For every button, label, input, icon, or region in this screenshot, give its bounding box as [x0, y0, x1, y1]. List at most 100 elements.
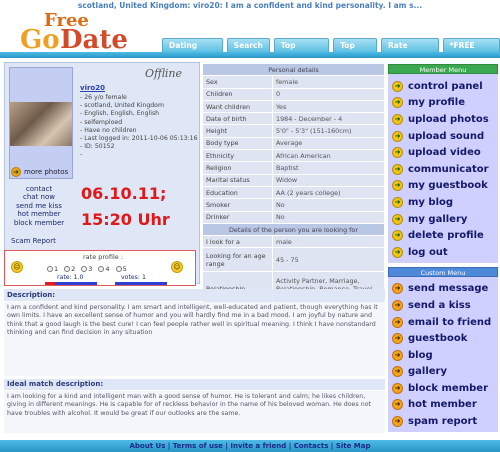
detail-key: Sex [202, 75, 273, 89]
arrow-right-icon: ➜ [392, 333, 403, 345]
menu-item-spam-report[interactable]: ➜ spam report [392, 413, 496, 430]
menu-item-label: my guestbook [408, 180, 488, 192]
detail-value: 45 - 75 [272, 247, 385, 273]
menu-item-label: communicator [408, 163, 489, 175]
detail-value: Widow [272, 173, 385, 187]
arrow-right-icon: ➜ [392, 130, 403, 142]
menu-item-my-blog[interactable]: ➜ my blog [392, 194, 496, 211]
menu-item-label: gallery [408, 366, 447, 378]
menu-item-upload-photos[interactable]: ➜ upload photos [392, 111, 496, 128]
rating-option-label: 5 [122, 265, 127, 273]
menu-item-blog[interactable]: ➜ blog [392, 347, 496, 364]
logo-go: Go [20, 25, 60, 55]
profile-actions: contact chat now send me kiss hot member… [9, 185, 69, 227]
footer-invite-friend[interactable]: Invite a friend [230, 442, 286, 450]
scam-report-link[interactable]: Scam Report [11, 237, 56, 245]
detail-value: female [272, 75, 385, 89]
rating-options: 1 2 3 4 5 [47, 265, 127, 273]
tab-dating-home[interactable]: Dating Home [162, 38, 223, 63]
custom-menu-header: Custom Menu [388, 266, 498, 277]
menu-item-label: upload video [408, 147, 481, 159]
detail-key: Looking for an age range [202, 247, 273, 273]
footer-terms[interactable]: Terms of use [173, 442, 223, 450]
chat-now-link[interactable]: chat now [9, 193, 69, 201]
table-row: Smoker No [202, 198, 385, 212]
table-row: Ethnicity African American [202, 149, 385, 163]
menu-item-label: email to friend [408, 316, 492, 328]
detail-value: Baptist [272, 161, 385, 175]
detail-value: No [272, 198, 385, 212]
rating-option-label: 2 [71, 265, 76, 273]
rating-option-4[interactable]: 4 [98, 265, 110, 273]
username-link[interactable]: viro20 [80, 84, 105, 92]
menu-item-upload-sound[interactable]: ➜ upload sound [392, 128, 496, 145]
info-line: - 26 y/o female [80, 94, 127, 101]
footer-contacts[interactable]: Contacts [294, 442, 329, 450]
rating-option-1[interactable]: 1 [47, 265, 58, 273]
menu-item-label: log out [408, 246, 448, 258]
looking-for-header: Details of the person you are looking fo… [202, 222, 385, 237]
tab-rate-photos[interactable]: Rate Photos [381, 38, 439, 63]
member-menu: ➜ control panel ➜ my profile ➜ upload photo… [388, 74, 498, 263]
footer-nav: About Us | Terms of use | Invite a frien… [0, 440, 500, 452]
tab-top-men[interactable]: Top Men [333, 38, 378, 63]
menu-item-my-guestbook[interactable]: ➜ my guestbook [392, 178, 496, 195]
menu-item-delete-profile[interactable]: ➜ delete profile [392, 227, 496, 244]
menu-item-log-out[interactable]: ➜ log out [392, 244, 496, 261]
rating-option-3[interactable]: 3 [81, 265, 92, 273]
tab-free-chat[interactable]: *FREE Chat* [442, 38, 500, 63]
info-line: - [80, 151, 83, 159]
table-row: Drinker No [202, 210, 385, 224]
menu-item-label: control panel [408, 80, 483, 92]
menu-item-my-profile[interactable]: ➜ my profile [392, 95, 496, 112]
detail-key: Education [202, 185, 273, 200]
detail-key: Smoker [202, 198, 273, 212]
table-row: Want children Yes [202, 99, 385, 114]
menu-item-guestbook[interactable]: ➜ guestbook [392, 330, 496, 347]
detail-value: 0 [272, 87, 385, 101]
detail-key: Drinker [202, 210, 273, 224]
block-member-link[interactable]: block member [9, 219, 69, 227]
menu-item-gallery[interactable]: ➜ gallery [392, 364, 496, 381]
detail-key: Religion [202, 161, 273, 175]
menu-item-send-message[interactable]: ➜ send message [392, 281, 496, 298]
status-offline: Offline [145, 67, 182, 80]
more-photos-link[interactable]: ➜ more photos [11, 167, 68, 177]
menu-item-block-member[interactable]: ➜ block member [392, 380, 496, 397]
rating-option-5[interactable]: 5 [115, 265, 127, 273]
detail-value: male [272, 235, 385, 249]
rating-option-2[interactable]: 2 [64, 265, 75, 273]
date-overlay-time: 15:20 Uhr [81, 210, 170, 229]
tab-search[interactable]: Search [226, 38, 270, 52]
profile-photo[interactable] [10, 102, 72, 146]
menu-item-communicator[interactable]: ➜ communicator [392, 161, 496, 178]
detail-value: Average [272, 136, 385, 151]
menu-item-control-panel[interactable]: ➜ control panel [392, 78, 496, 95]
menu-item-label: upload sound [408, 130, 485, 142]
rate-value: rate: 1.0 [57, 274, 84, 281]
radio-icon [64, 266, 71, 272]
detail-key: Children [202, 87, 273, 101]
menu-item-upload-video[interactable]: ➜ upload video [392, 144, 496, 161]
contact-link[interactable]: contact [9, 185, 69, 193]
footer-site-map[interactable]: Site Map [336, 442, 371, 450]
rate-profile-box: rate profile : ☹ 1 2 3 4 5 ☺ rate: 1.0 v… [4, 250, 196, 286]
arrow-right-icon: ➜ [392, 299, 403, 311]
info-line: - Last logged in: 2011-10-06 05:13:16 [80, 135, 198, 143]
menu-item-hot-member[interactable]: ➜ hot member [392, 397, 496, 414]
hot-member-link[interactable]: hot member [9, 210, 69, 218]
menu-item-my-gallery[interactable]: ➜ my gallery [392, 211, 496, 228]
profile-photo-frame[interactable] [9, 67, 73, 179]
votes-bar [115, 282, 167, 285]
right-sidebar: Member Menu ➜ control panel ➜ my profile ➜… [388, 64, 498, 432]
rate-bar-fill [45, 282, 56, 285]
tab-top-women[interactable]: Top Women [273, 38, 330, 63]
menu-item-send-kiss[interactable]: ➜ send a kiss [392, 297, 496, 314]
member-menu-header: Member Menu [388, 64, 498, 74]
sad-face-icon: ☹ [11, 261, 23, 273]
send-kiss-link[interactable]: send me kiss [9, 202, 69, 210]
menu-item-label: hot member [408, 399, 477, 411]
ideal-match-heading: Ideal match description: [4, 379, 385, 390]
menu-item-email-friend[interactable]: ➜ email to friend [392, 314, 496, 331]
footer-about-us[interactable]: About Us [130, 442, 166, 450]
